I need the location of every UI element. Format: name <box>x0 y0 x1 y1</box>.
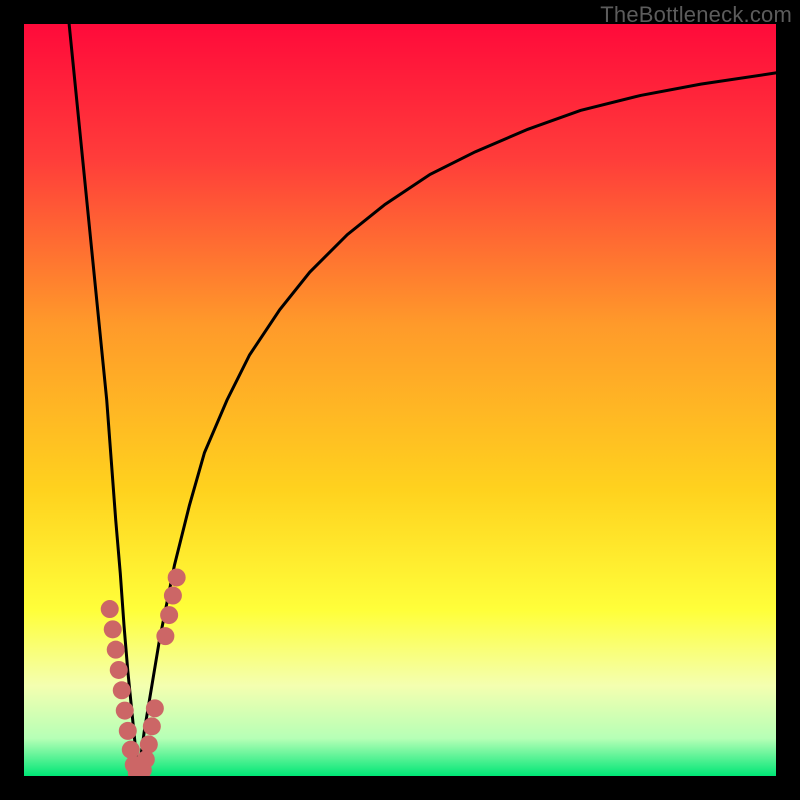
highlight-dot <box>168 568 186 586</box>
highlight-dot <box>122 741 140 759</box>
highlight-dot <box>113 681 131 699</box>
highlight-dot <box>146 699 164 717</box>
highlight-dot <box>107 641 125 659</box>
curve-left-branch <box>69 24 138 776</box>
highlight-dot <box>119 722 137 740</box>
watermark-text: TheBottleneck.com <box>600 2 792 28</box>
highlight-dot <box>164 587 182 605</box>
curve-layer <box>24 24 776 776</box>
highlight-dot <box>143 717 161 735</box>
plot-area <box>24 24 776 776</box>
highlight-dot <box>137 750 155 768</box>
highlight-dot <box>140 735 158 753</box>
highlight-dot <box>104 620 122 638</box>
chart-frame: TheBottleneck.com <box>0 0 800 800</box>
curve-right-branch <box>138 73 776 776</box>
highlight-dot <box>116 702 134 720</box>
highlight-dots <box>101 568 186 776</box>
highlight-dot <box>160 606 178 624</box>
highlight-dot <box>110 661 128 679</box>
highlight-dot <box>101 600 119 618</box>
highlight-dot <box>156 627 174 645</box>
